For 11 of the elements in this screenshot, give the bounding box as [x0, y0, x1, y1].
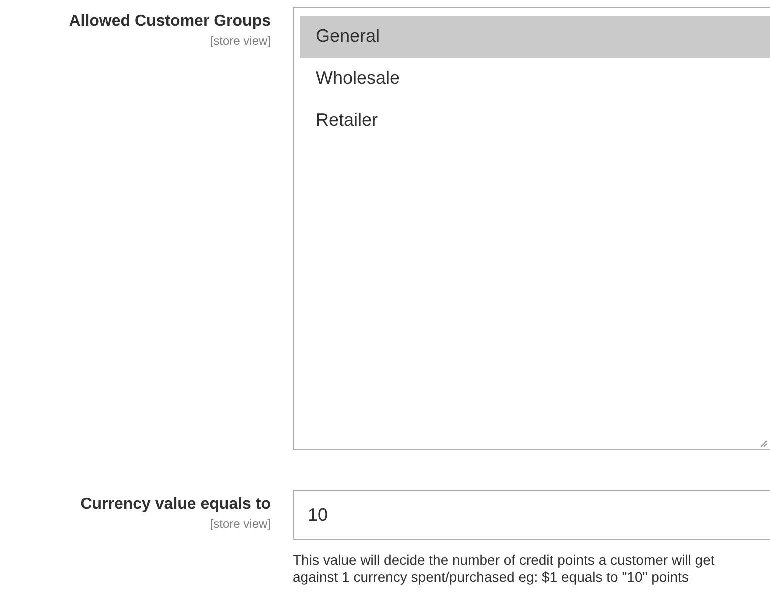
- input-field[interactable]: 10: [293, 490, 770, 540]
- list-option[interactable]: General: [300, 16, 770, 58]
- multiselect-list[interactable]: General Wholesale Retailer: [293, 7, 770, 450]
- scope-label: [store view]: [210, 34, 271, 48]
- field-label: Currency value equals to: [80, 496, 271, 514]
- field-note: This value will decide the number of credit points a customer will get against 1 currency spent/purchased eg: $1 equals to "10" points: [293, 552, 716, 586]
- list-option[interactable]: Wholesale: [300, 58, 770, 100]
- scope-label: [store view]: [210, 517, 271, 531]
- list-option[interactable]: Retailer: [300, 100, 770, 142]
- field-label: Allowed Customer Groups: [69, 13, 271, 31]
- resize-handle-icon[interactable]: [761, 441, 767, 447]
